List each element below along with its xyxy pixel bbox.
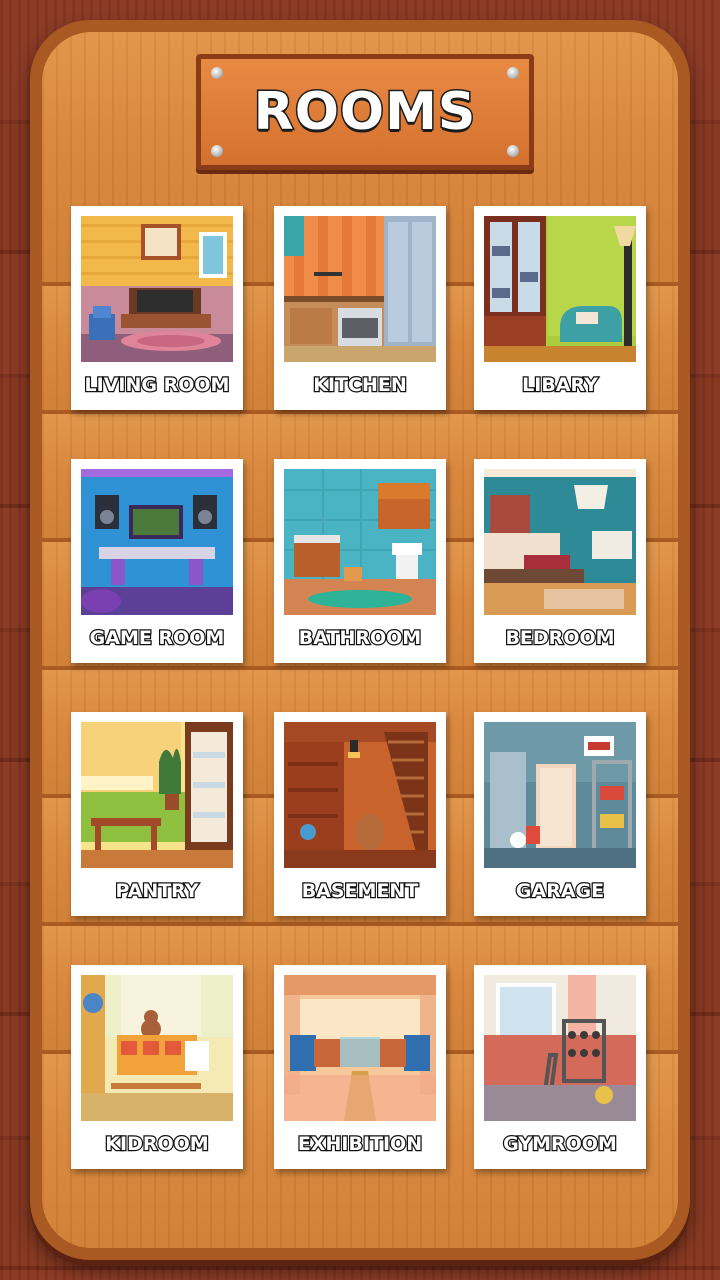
game-room-thumbnail <box>81 469 233 615</box>
title-sign: ROOMS <box>196 54 534 170</box>
room-label: BATHROOM <box>298 626 423 651</box>
page-title: ROOMS <box>252 81 477 144</box>
bathroom-thumbnail <box>284 469 436 615</box>
room-card-kidroom[interactable]: KIDROOM <box>71 965 243 1169</box>
room-card-bathroom[interactable]: BATHROOM <box>274 459 446 663</box>
room-card-basement[interactable]: BASEMENT <box>274 712 446 916</box>
room-label: BEDROOM <box>504 626 616 651</box>
room-card-garage[interactable]: GARAGE <box>474 712 646 916</box>
gymroom-thumbnail <box>484 975 636 1121</box>
room-label: KIDROOM <box>104 1132 210 1157</box>
room-label: GAME ROOM <box>88 626 225 651</box>
room-label: GARAGE <box>515 879 606 904</box>
room-label: PANTRY <box>114 879 200 904</box>
room-card-library[interactable]: LIBARY <box>474 206 646 410</box>
library-thumbnail <box>484 216 636 362</box>
exhibition-thumbnail <box>284 975 436 1121</box>
pantry-thumbnail <box>81 722 233 868</box>
room-card-gymroom[interactable]: GYMROOM <box>474 965 646 1169</box>
room-label: LIBARY <box>521 373 599 398</box>
garage-thumbnail <box>484 722 636 868</box>
room-card-exhibition[interactable]: EXHIBITION <box>274 965 446 1169</box>
room-card-living-room[interactable]: LIVING ROOM <box>71 206 243 410</box>
room-label: GYMROOM <box>502 1132 618 1157</box>
kidroom-thumbnail <box>81 975 233 1121</box>
room-label: LIVING ROOM <box>83 373 230 398</box>
room-card-game-room[interactable]: GAME ROOM <box>71 459 243 663</box>
room-label: KITCHEN <box>312 373 408 398</box>
living-room-thumbnail <box>81 216 233 362</box>
bedroom-thumbnail <box>484 469 636 615</box>
room-card-bedroom[interactable]: BEDROOM <box>474 459 646 663</box>
room-label: BASEMENT <box>300 879 419 904</box>
kitchen-thumbnail <box>284 216 436 362</box>
room-card-kitchen[interactable]: KITCHEN <box>274 206 446 410</box>
room-label: EXHIBITION <box>297 1132 424 1157</box>
basement-thumbnail <box>284 722 436 868</box>
room-card-pantry[interactable]: PANTRY <box>71 712 243 916</box>
